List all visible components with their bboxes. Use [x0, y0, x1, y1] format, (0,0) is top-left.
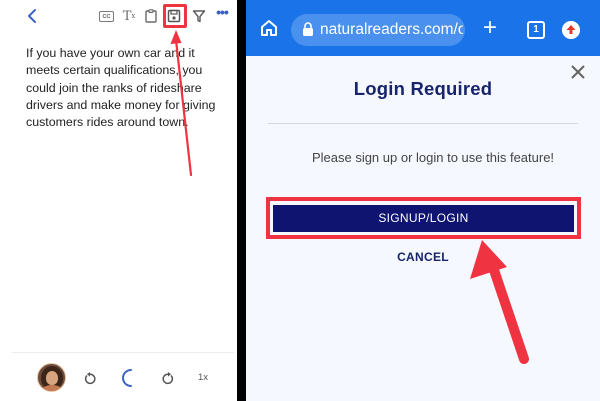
- forward-icon[interactable]: [162, 372, 174, 385]
- screenshot-composite: CC Tx ••• If you have your own car and i…: [0, 0, 600, 401]
- avatar-shirt: [42, 385, 62, 391]
- upload-icon[interactable]: [562, 21, 580, 39]
- reader-toolbar: CC Tx •••: [0, 0, 237, 34]
- dialog-message: Please sign up or login to use this feat…: [311, 150, 555, 165]
- panel-separator: [237, 0, 246, 401]
- playback-speed[interactable]: 1x: [198, 372, 208, 383]
- avatar-face: [46, 371, 58, 385]
- close-icon[interactable]: [571, 65, 585, 79]
- rewind-icon[interactable]: [84, 372, 96, 385]
- clear-format-icon[interactable]: Tx: [122, 9, 136, 24]
- address-bar[interactable]: naturalreaders.com/oi: [291, 14, 465, 46]
- filter-icon[interactable]: [192, 9, 206, 23]
- save-icon-highlight: [163, 4, 187, 28]
- cc-icon[interactable]: CC: [99, 11, 114, 22]
- lock-icon: [303, 22, 313, 36]
- document-text: If you have your own car and it meets ce…: [26, 46, 216, 130]
- plus-icon[interactable]: +: [483, 16, 497, 40]
- browser-panel: naturalreaders.com/oi + 1 Login Required…: [246, 0, 600, 401]
- more-icon[interactable]: •••: [215, 4, 229, 20]
- dialog-title: Login Required: [353, 78, 493, 99]
- dialog-divider: [268, 123, 578, 124]
- clipboard-icon[interactable]: [144, 9, 158, 23]
- reader-app-panel: CC Tx ••• If you have your own car and i…: [0, 0, 237, 401]
- cancel-button[interactable]: CANCEL: [246, 250, 600, 264]
- avatar[interactable]: [37, 363, 66, 392]
- player-divider: [12, 352, 234, 353]
- home-icon[interactable]: [259, 18, 279, 38]
- loading-spinner-icon: [122, 369, 132, 387]
- chevron-left-icon[interactable]: [26, 8, 38, 24]
- signup-login-button[interactable]: SIGNUP/LOGIN: [273, 205, 574, 232]
- tabs-icon[interactable]: 1: [527, 21, 545, 39]
- browser-toolbar: naturalreaders.com/oi + 1: [246, 0, 600, 56]
- url-text: naturalreaders.com/oi: [320, 21, 463, 38]
